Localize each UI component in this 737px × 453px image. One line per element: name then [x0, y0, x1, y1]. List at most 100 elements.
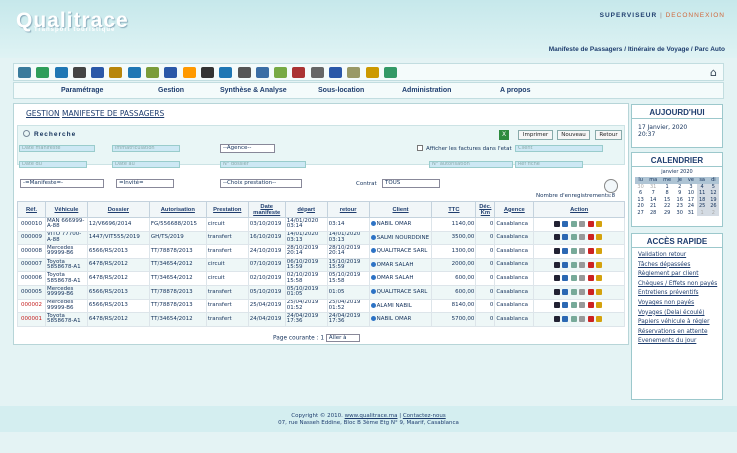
client-input[interactable]: Client: [515, 145, 603, 152]
pencil-icon[interactable]: [595, 261, 602, 268]
dossier-input[interactable]: N° dossier: [220, 161, 306, 168]
route-icon[interactable]: [570, 234, 577, 241]
menu-gestion[interactable]: Gestion: [158, 87, 184, 94]
quick-link[interactable]: Règlement par client: [632, 271, 722, 278]
person-icon[interactable]: [54, 66, 68, 78]
table-row[interactable]: 000002 Mercedes 99999-B6 6566/RS/2013 TT/78…: [17, 298, 625, 314]
quick-link[interactable]: Voyages non payés: [632, 300, 722, 307]
gauge-icon[interactable]: [255, 66, 269, 78]
info-icon[interactable]: [370, 275, 376, 281]
manifeste-select[interactable]: -=Manifeste=-: [20, 179, 104, 188]
tools-icon[interactable]: [237, 66, 251, 78]
delete-icon[interactable]: [587, 288, 594, 295]
pencil-icon[interactable]: [595, 315, 602, 322]
passengers-icon[interactable]: [553, 261, 560, 268]
info-icon[interactable]: [370, 261, 376, 267]
table-row[interactable]: 000009 VITO 77700-A-88 1447/VIT555/2019 GH/…: [17, 230, 625, 246]
info-icon[interactable]: [370, 302, 376, 308]
date-manifeste-input[interactable]: Date manifeste: [19, 145, 95, 152]
edit-icon[interactable]: [562, 315, 569, 322]
logout-link[interactable]: DECONNEXION: [666, 12, 725, 19]
route-icon[interactable]: [570, 302, 577, 309]
site-link[interactable]: www.qualitrace.ma: [345, 413, 398, 419]
bus-icon[interactable]: [182, 66, 196, 78]
delete-icon[interactable]: [587, 315, 594, 322]
contrat-select[interactable]: TOUS: [382, 179, 440, 188]
passengers-icon[interactable]: [553, 315, 560, 322]
table-row[interactable]: 000005 Mercedes 99999-B6 6566/RS/2013 TT/78…: [17, 284, 625, 300]
passengers-icon[interactable]: [553, 220, 560, 227]
delete-icon[interactable]: [587, 261, 594, 268]
pencil-icon[interactable]: [595, 220, 602, 227]
column-header[interactable]: TTC: [431, 201, 477, 218]
quick-link[interactable]: Réservations en attente: [632, 329, 722, 336]
route-icon[interactable]: [570, 288, 577, 295]
table-row[interactable]: 000010 MAN 666999-A-88 12/V6696/2014 FG/556…: [17, 217, 625, 232]
edit-icon[interactable]: [562, 261, 569, 268]
table-row[interactable]: 000007 Toyota 5858678-A1 6478/RS/2012 TT/34…: [17, 257, 625, 273]
car-icon[interactable]: [579, 261, 586, 268]
goto-page-select[interactable]: Aller à: [325, 334, 360, 342]
show-invoices-checkbox[interactable]: [417, 145, 423, 151]
edit-icon[interactable]: [562, 275, 569, 282]
passengers-icon[interactable]: [553, 302, 560, 309]
edit-icon[interactable]: [562, 234, 569, 241]
menu-administration[interactable]: Administration: [402, 87, 451, 94]
delete-icon[interactable]: [587, 247, 594, 254]
print-button[interactable]: Imprimer: [518, 130, 553, 140]
edit-icon[interactable]: [562, 220, 569, 227]
car-icon[interactable]: [18, 66, 31, 78]
car-icon[interactable]: [164, 66, 178, 78]
pencil-icon[interactable]: [595, 247, 602, 254]
calendar-day[interactable]: 29: [660, 210, 674, 217]
route-icon[interactable]: [570, 261, 577, 268]
route-icon[interactable]: [570, 247, 577, 254]
table-cell[interactable]: 000002: [17, 298, 46, 314]
calendar-day[interactable]: 30: [674, 210, 685, 217]
calendar-day[interactable]: 1: [696, 209, 708, 216]
calendar-day[interactable]: 2: [707, 209, 719, 216]
edit-icon[interactable]: [562, 302, 569, 309]
column-header[interactable]: Déc. Km: [475, 201, 496, 218]
car-icon[interactable]: [329, 66, 343, 78]
table-cell[interactable]: 000007: [17, 257, 46, 273]
calendar-icon[interactable]: [292, 66, 306, 78]
column-header[interactable]: départ: [284, 201, 328, 218]
calendar-day[interactable]: 27: [635, 210, 646, 217]
column-header[interactable]: Date manifeste: [247, 201, 286, 218]
table-row[interactable]: 000008 Mercedes 99999-B6 6566/RS/2013 TT/78…: [17, 244, 625, 259]
info-icon[interactable]: [370, 248, 376, 254]
column-header[interactable]: Prestation: [205, 201, 249, 218]
passengers-icon[interactable]: [553, 288, 560, 295]
menu-a-propos[interactable]: A propos: [500, 87, 530, 94]
document-icon[interactable]: [347, 66, 361, 78]
autorisation-input[interactable]: N° autorisation: [429, 161, 513, 168]
info-icon[interactable]: [370, 234, 376, 240]
immatriculation-input[interactable]: immatriculation: [112, 145, 180, 152]
quick-link[interactable]: Entretiens préventifs: [632, 290, 722, 297]
table-cell[interactable]: 000005: [17, 284, 46, 300]
bus-icon[interactable]: [36, 66, 50, 78]
calendar-day[interactable]: 31: [685, 210, 696, 217]
route-icon[interactable]: [570, 220, 577, 227]
table-row[interactable]: 000006 Toyota 5858678-A1 6478/RS/2012 TT/34…: [17, 271, 625, 286]
column-header[interactable]: Dossier: [86, 201, 150, 218]
car-icon[interactable]: [219, 66, 233, 78]
quick-link[interactable]: Validation retour: [632, 252, 722, 259]
chart-icon[interactable]: [146, 66, 160, 78]
date-du-input[interactable]: Date du: [19, 161, 87, 168]
pencil-icon[interactable]: [595, 302, 602, 309]
car-icon[interactable]: [579, 275, 586, 282]
delete-icon[interactable]: [587, 234, 594, 241]
car-icon[interactable]: [127, 66, 141, 78]
route-icon[interactable]: [570, 275, 577, 282]
quick-link[interactable]: Tâches dépassées: [632, 262, 722, 269]
breadcrumb-manifeste[interactable]: MANIFESTE DE PASSAGERS: [62, 109, 164, 118]
car-icon[interactable]: [579, 302, 586, 309]
pencil-icon[interactable]: [595, 288, 602, 295]
search-submit-icon[interactable]: [604, 179, 618, 193]
passengers-icon[interactable]: [553, 275, 560, 282]
table-cell[interactable]: 000009: [17, 230, 46, 246]
car-icon[interactable]: [579, 234, 586, 241]
invite-select[interactable]: =Invité=: [116, 179, 174, 188]
